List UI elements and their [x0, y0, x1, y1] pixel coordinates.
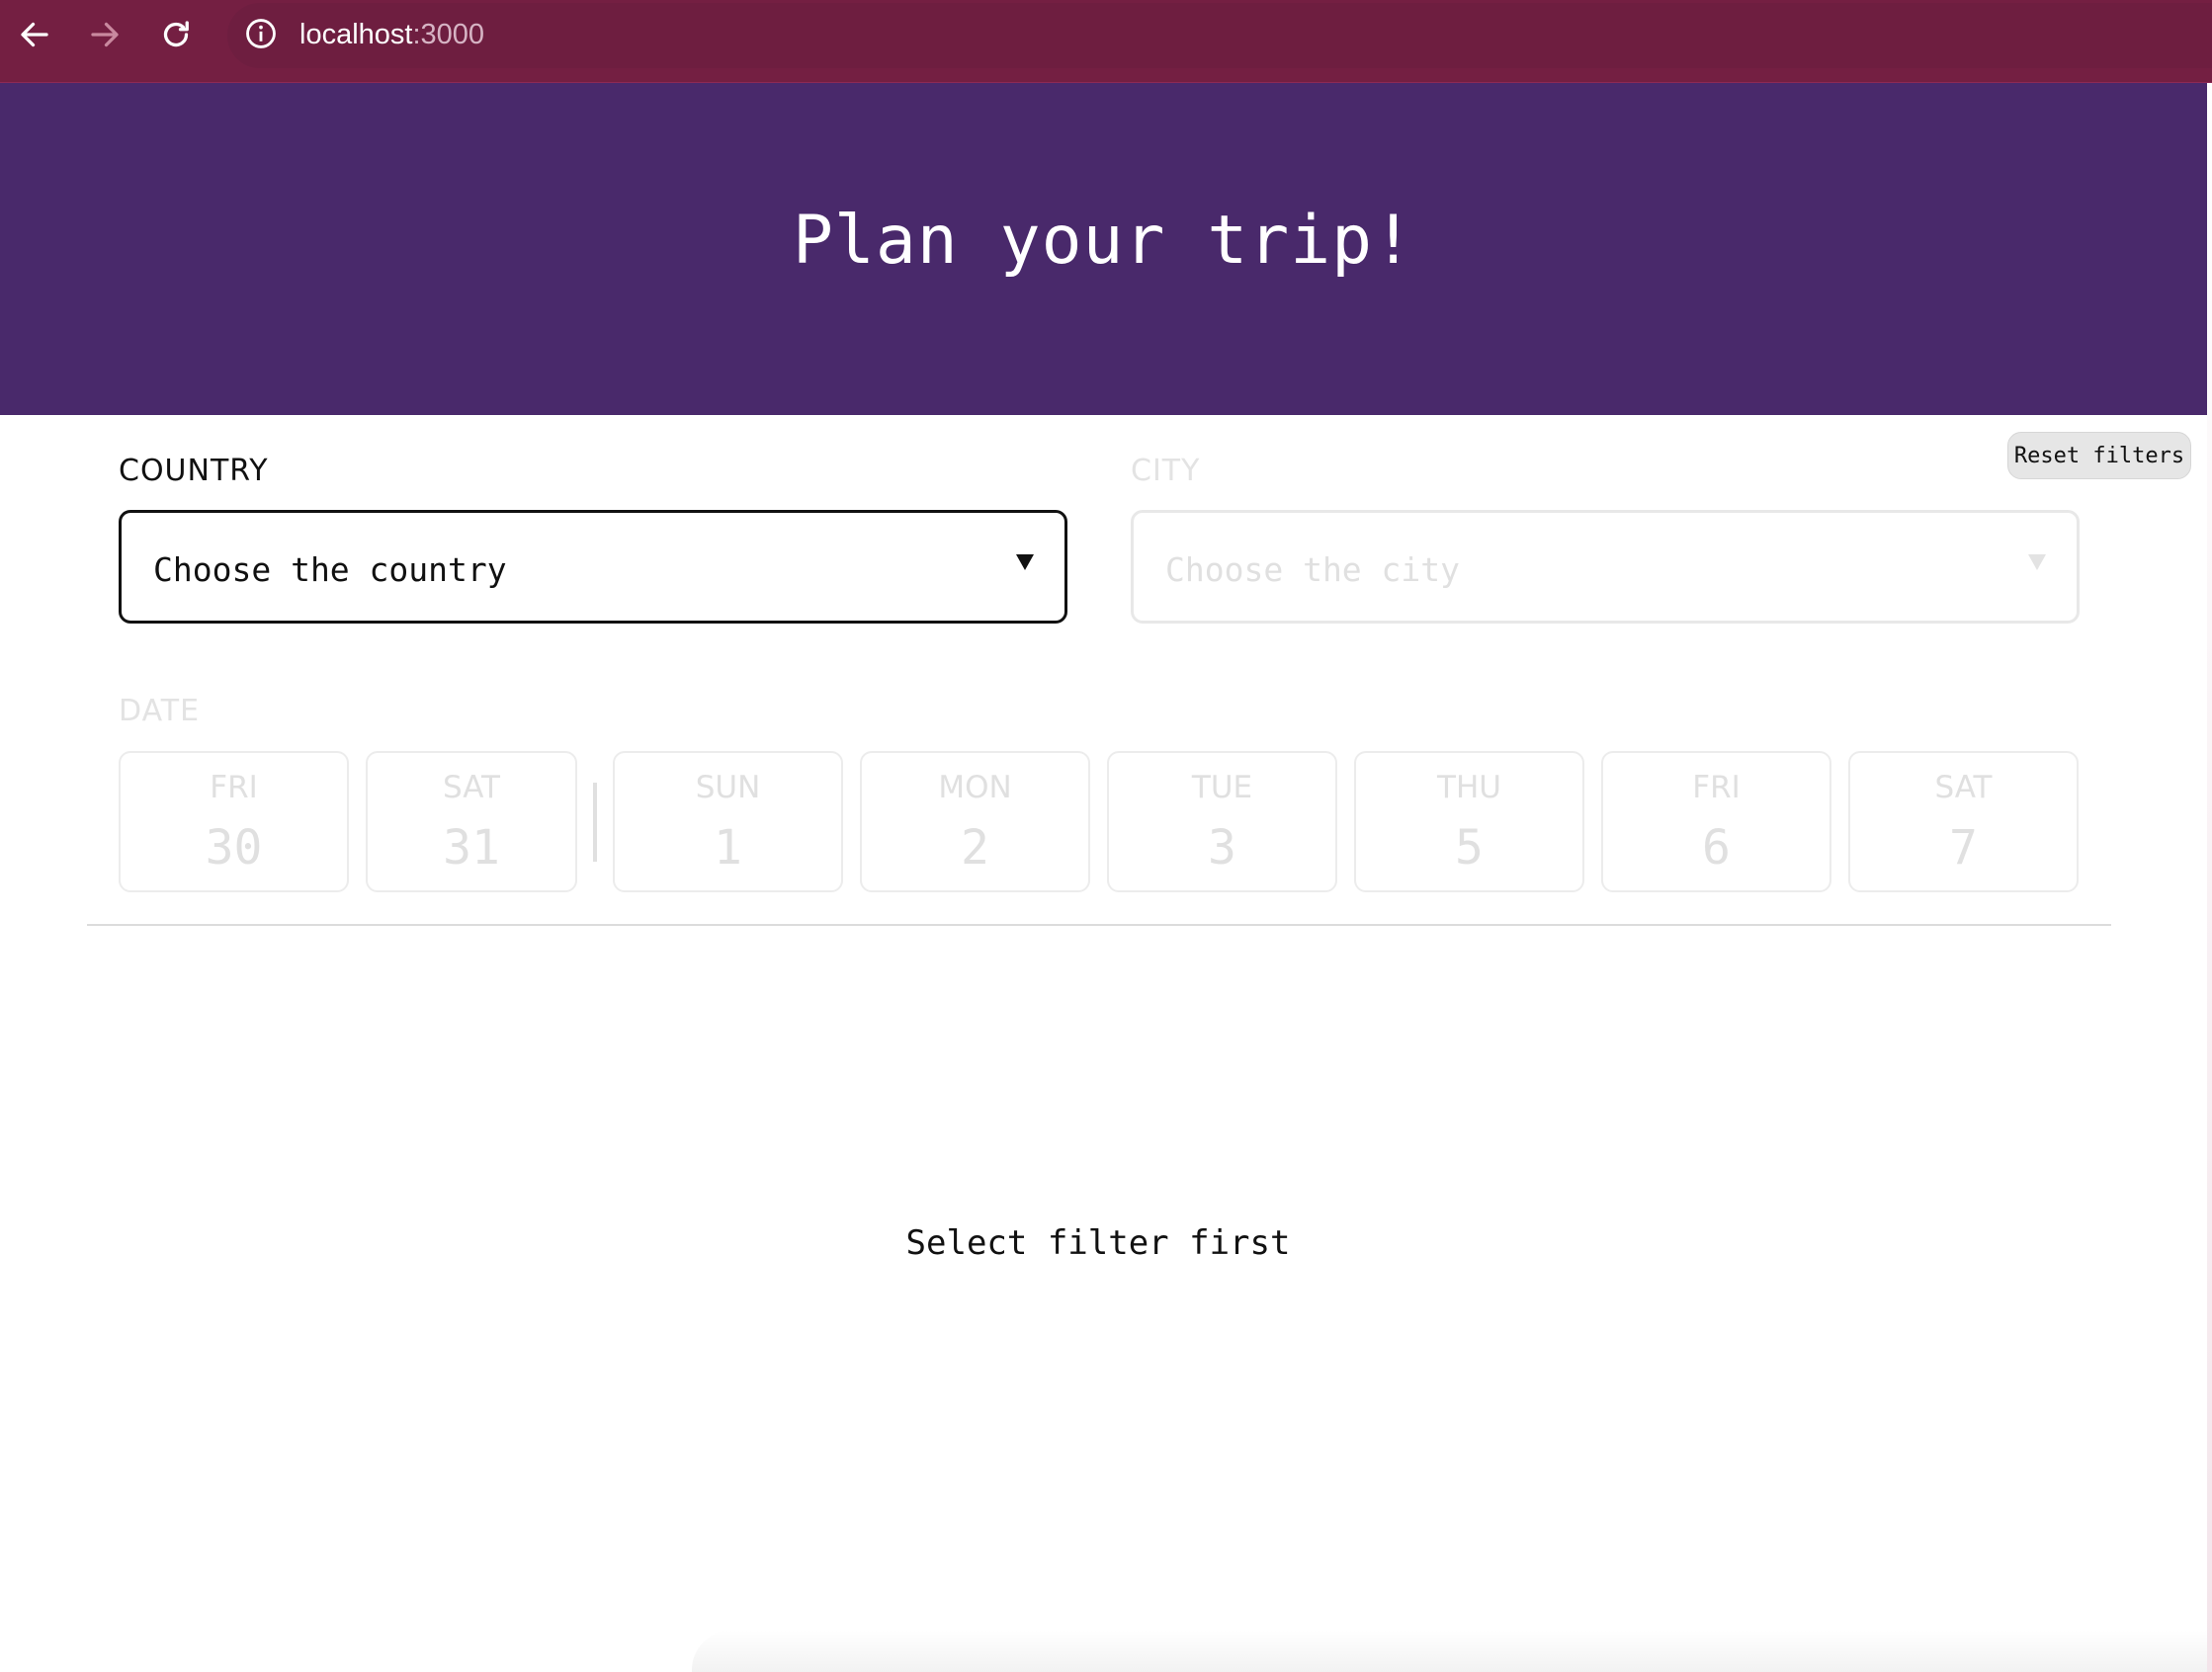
- country-label: COUNTRY: [119, 454, 269, 488]
- date-weekday: FRI: [210, 770, 258, 805]
- date-weekday: SAT: [1934, 770, 1993, 805]
- reset-filters-button[interactable]: Reset filters: [2007, 432, 2191, 479]
- reload-icon[interactable]: [158, 17, 194, 52]
- date-weekday: SUN: [695, 770, 761, 805]
- url-port: :3000: [412, 19, 485, 50]
- section-divider: [87, 924, 2111, 926]
- bottom-shadow: [692, 1630, 2207, 1672]
- date-weekday: TUE: [1191, 770, 1253, 805]
- country-select[interactable]: Choose the country: [119, 510, 1067, 624]
- empty-state-message: Select filter first: [905, 1223, 1291, 1263]
- address-bar[interactable]: [227, 3, 2212, 68]
- site-info-icon[interactable]: [244, 17, 278, 50]
- date-number: 31: [443, 820, 500, 876]
- date-card-sat-7[interactable]: SAT 7: [1848, 751, 2079, 892]
- date-card-thu-5[interactable]: THU 5: [1354, 751, 1584, 892]
- forward-arrow-icon[interactable]: [87, 17, 123, 52]
- date-number: 6: [1702, 820, 1731, 876]
- url-host: localhost: [299, 19, 413, 50]
- date-weekday: THU: [1437, 770, 1501, 805]
- url-text[interactable]: localhost:3000: [299, 14, 484, 55]
- month-separator: [593, 783, 597, 862]
- date-card-fri-30[interactable]: FRI 30: [119, 751, 349, 892]
- date-weekday: MON: [938, 770, 1012, 805]
- date-card-sat-31[interactable]: SAT 31: [366, 751, 577, 892]
- date-card-fri-6[interactable]: FRI 6: [1601, 751, 1831, 892]
- date-label: DATE: [119, 694, 201, 728]
- date-number: 1: [714, 820, 742, 876]
- caret-down-icon: [1016, 554, 1034, 570]
- back-arrow-icon[interactable]: [17, 17, 52, 52]
- date-weekday: SAT: [443, 770, 500, 805]
- city-select-value: Choose the city: [1165, 550, 1461, 589]
- date-card-mon-2[interactable]: MON 2: [860, 751, 1090, 892]
- date-number: 5: [1455, 820, 1484, 876]
- date-number: 30: [205, 820, 263, 876]
- date-weekday: FRI: [1692, 770, 1741, 805]
- date-number: 2: [961, 820, 989, 876]
- country-select-value: Choose the country: [153, 550, 507, 589]
- city-label: CITY: [1131, 454, 1201, 488]
- date-card-sun-1[interactable]: SUN 1: [613, 751, 843, 892]
- browser-toolbar: localhost:3000: [0, 0, 2212, 84]
- caret-down-icon: [2028, 554, 2046, 570]
- hero-banner: Plan your trip!: [0, 83, 2207, 415]
- scrollbar-track: [2207, 83, 2212, 1672]
- date-number: 7: [1949, 820, 1978, 876]
- city-select[interactable]: Choose the city: [1131, 510, 2080, 624]
- page-title: Plan your trip!: [792, 202, 1415, 280]
- date-number: 3: [1208, 820, 1236, 876]
- date-card-tue-3[interactable]: TUE 3: [1107, 751, 1337, 892]
